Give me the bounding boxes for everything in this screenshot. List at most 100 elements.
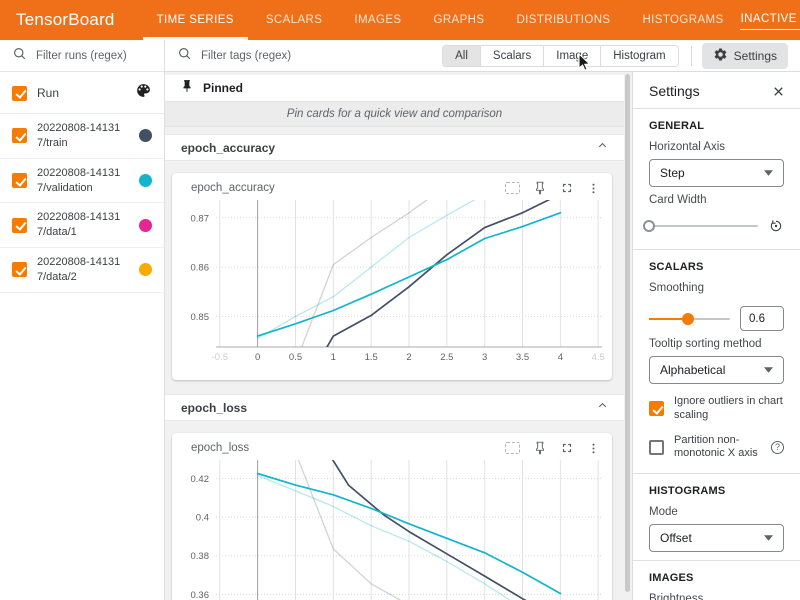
run-name: 20220808-141317/validation	[37, 166, 129, 196]
ignore-outliers-checkbox[interactable]	[649, 401, 664, 416]
chart-card-epoch-loss: epoch_loss	[172, 433, 612, 600]
svg-text:0.86: 0.86	[191, 263, 210, 274]
run-color-dot	[139, 129, 152, 142]
tab-time-series[interactable]: TIME SERIES	[155, 0, 236, 40]
tags-filter-input[interactable]	[201, 50, 401, 62]
svg-text:4: 4	[558, 352, 563, 363]
tab-distributions[interactable]: DISTRIBUTIONS	[514, 0, 612, 40]
tab-scalars[interactable]: SCALARS	[264, 0, 325, 40]
palette-icon[interactable]	[135, 82, 152, 104]
run-row[interactable]: 20220808-141317/train	[0, 114, 164, 159]
run-name: 20220808-141317/train	[37, 121, 129, 151]
runs-filter-row	[0, 40, 164, 72]
reset-icon[interactable]	[768, 218, 784, 234]
settings-button[interactable]: Settings	[702, 43, 788, 69]
svg-text:0.5: 0.5	[289, 352, 302, 363]
scrollbar-thumb[interactable]	[625, 74, 630, 592]
run-status-select[interactable]: INACTIVE	[740, 11, 800, 30]
search-icon	[177, 46, 192, 66]
run-row[interactable]: 20220808-141317/data/1	[0, 203, 164, 248]
run-checkbox[interactable]	[12, 218, 27, 233]
horizontal-axis-select[interactable]: Step	[649, 159, 784, 187]
data-selection-icon[interactable]	[505, 182, 520, 194]
fullscreen-icon[interactable]	[560, 181, 574, 195]
settings-panel-title: Settings	[649, 83, 700, 99]
pin-hint-text: Pin cards for a quick view and compariso…	[165, 102, 624, 127]
pinned-section-header[interactable]: Pinned	[165, 75, 624, 102]
series-line	[324, 197, 560, 352]
histogram-mode-select[interactable]: Offset	[649, 524, 784, 552]
line-chart-svg[interactable]: 0.360.380.40.42-0.500.511.522.533.544.5	[176, 457, 610, 600]
smoothing-slider[interactable]	[649, 318, 730, 320]
settings-general-section: GENERAL Horizontal Axis Step Card Width	[633, 109, 800, 249]
pin-card-icon[interactable]	[533, 441, 547, 455]
tab-images[interactable]: IMAGES	[352, 0, 403, 40]
tab-graphs[interactable]: GRAPHS	[431, 0, 486, 40]
svg-text:0.36: 0.36	[191, 590, 210, 600]
pinned-title: Pinned	[203, 81, 243, 95]
pin-card-icon[interactable]	[533, 181, 547, 195]
more-options-icon[interactable]	[587, 182, 600, 195]
tab-histograms[interactable]: HISTOGRAMS	[640, 0, 725, 40]
epoch-accuracy-chart[interactable]: 0.850.860.87-0.500.511.522.533.544.5	[172, 195, 612, 374]
histogram-mode-label: Mode	[649, 506, 784, 518]
search-icon	[12, 46, 27, 66]
run-status-value: INACTIVE	[741, 13, 797, 25]
runs-filter-input[interactable]	[36, 50, 152, 62]
section-title: epoch_loss	[181, 401, 247, 415]
run-checkbox[interactable]	[12, 173, 27, 188]
tensorboard-logo: TensorBoard	[0, 10, 115, 30]
svg-text:3: 3	[482, 352, 487, 363]
run-row[interactable]: 20220808-141317/validation	[0, 159, 164, 204]
settings-panel: Settings GENERAL Horizontal Axis Step	[632, 72, 800, 600]
chevron-up-icon[interactable]	[596, 139, 609, 157]
runs-column-label: Run	[37, 86, 125, 100]
app-header: TensorBoard TIME SERIES SCALARS IMAGES GRAP…	[0, 0, 800, 40]
section-epoch-accuracy[interactable]: epoch_accuracy	[165, 134, 624, 161]
fullscreen-icon[interactable]	[560, 441, 574, 455]
header-right: INACTIVE ?	[740, 11, 800, 30]
run-row[interactable]: 20220808-141317/data/2	[0, 248, 164, 293]
header-tabs: TIME SERIES SCALARS IMAGES GRAPHS DISTRIBUTI…	[141, 0, 740, 40]
epoch-loss-chart[interactable]: 0.360.380.40.42-0.500.511.522.533.544.5	[172, 455, 612, 600]
runs-list: 20220808-141317/train 20220808-141317/val…	[0, 114, 164, 293]
svg-text:3.5: 3.5	[516, 352, 529, 363]
help-icon[interactable]: ?	[771, 441, 784, 454]
slider-thumb[interactable]	[643, 220, 655, 232]
tag-type-filter-group: AllScalarsImageHistogram	[442, 45, 679, 67]
section-epoch-loss[interactable]: epoch_loss	[165, 394, 624, 421]
card-width-slider[interactable]	[649, 225, 758, 227]
filter-scalars[interactable]: Scalars	[480, 46, 543, 66]
chevron-up-icon[interactable]	[596, 399, 609, 417]
histogram-mode-value: Offset	[660, 531, 692, 545]
chart-title: epoch_loss	[191, 442, 505, 454]
filter-all[interactable]: All	[443, 46, 480, 66]
run-checkbox[interactable]	[12, 128, 27, 143]
svg-text:2: 2	[406, 352, 411, 363]
data-selection-icon[interactable]	[505, 442, 520, 454]
series-line	[258, 476, 523, 600]
partition-x-checkbox[interactable]	[649, 440, 664, 455]
chart-card-epoch-accuracy: epoch_accuracy	[172, 173, 612, 380]
filter-histogram[interactable]: Histogram	[600, 46, 677, 66]
close-icon[interactable]	[771, 84, 786, 99]
run-name: 20220808-141317/data/1	[37, 210, 129, 240]
settings-histograms-section: HISTOGRAMS Mode Offset	[633, 474, 800, 560]
slider-thumb[interactable]	[682, 313, 694, 325]
smoothing-value-input[interactable]: 0.6	[740, 306, 784, 331]
tooltip-sort-value: Alphabetical	[660, 363, 725, 377]
svg-text:0.85: 0.85	[191, 312, 210, 323]
select-all-runs-checkbox[interactable]	[12, 86, 27, 101]
svg-text:2.5: 2.5	[440, 352, 453, 363]
scalars-heading: SCALARS	[649, 261, 784, 273]
line-chart-svg[interactable]: 0.850.860.87-0.500.511.522.533.544.5	[176, 197, 610, 369]
run-checkbox[interactable]	[12, 262, 27, 277]
more-options-icon[interactable]	[587, 442, 600, 455]
tooltip-sort-select[interactable]: Alphabetical	[649, 356, 784, 384]
svg-text:-0.5: -0.5	[212, 352, 228, 363]
pin-icon	[180, 79, 194, 98]
vertical-scrollbar[interactable]	[624, 72, 632, 600]
svg-text:1.5: 1.5	[365, 352, 378, 363]
filter-image[interactable]: Image	[543, 46, 600, 66]
svg-text:0.87: 0.87	[191, 213, 210, 224]
